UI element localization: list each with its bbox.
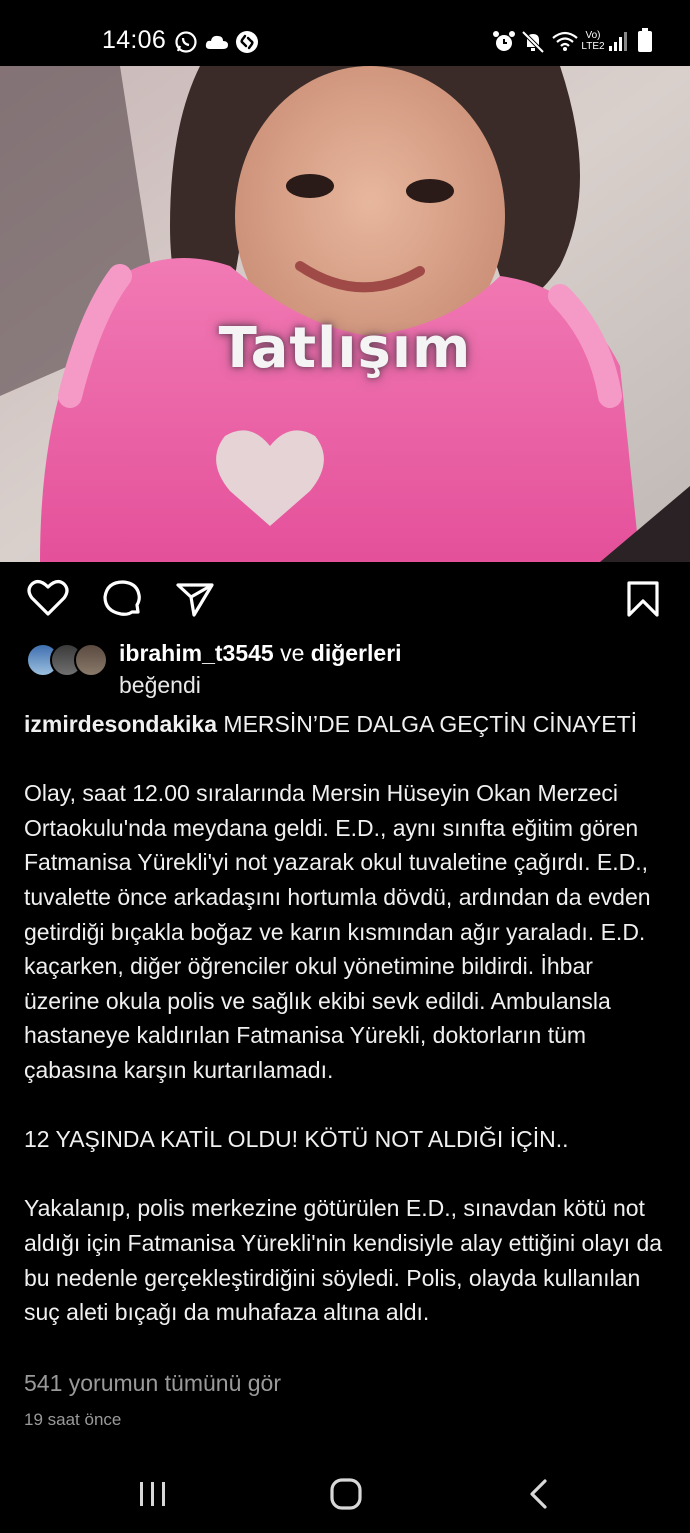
bookmark-icon[interactable]	[626, 580, 660, 623]
image-overlay-text: Tatlışım	[218, 316, 472, 381]
post-actions	[0, 578, 690, 624]
view-all-comments-link[interactable]: 541 yorumun tümünü gör	[24, 1370, 281, 1397]
liker-username[interactable]: ibrahim_t3545	[119, 640, 274, 666]
status-time: 14:06	[102, 26, 167, 54]
caption-title: MERSİN’DE DALGA GEÇTİN CİNAYETİ	[223, 711, 638, 737]
back-icon[interactable]	[527, 1479, 549, 1514]
post-caption: izmirdesondakika MERSİN’DE DALGA GEÇTİN …	[24, 707, 669, 1330]
recents-icon[interactable]	[138, 1481, 168, 1512]
wifi-icon	[551, 30, 579, 57]
share-send-icon[interactable]	[175, 581, 215, 624]
caption-paragraph: Olay, saat 12.00 sıralarında Mersin Hüse…	[24, 780, 651, 1083]
battery-icon	[638, 28, 652, 57]
network-label: Vo) LTE2	[581, 30, 605, 52]
whatsapp-icon	[174, 30, 198, 59]
author-username[interactable]: izmirdesondakika	[24, 711, 217, 737]
post-image[interactable]: Tatlışım	[0, 66, 690, 562]
caption-paragraph: Yakalanıp, polis merkezine götürülen E.D…	[24, 1195, 663, 1326]
status-bar: 14:06 Vo) LTE2	[0, 0, 690, 66]
caption-paragraph: 12 YAŞINDA KATİL OLDU! KÖTÜ NOT ALDIĞI İ…	[24, 1126, 569, 1153]
avatar	[74, 643, 108, 677]
liker-avatars	[26, 643, 108, 677]
like-heart-icon[interactable]	[27, 578, 69, 623]
signal-icon	[608, 30, 630, 57]
system-nav-bar	[0, 1455, 690, 1533]
liked-by-connector: ve	[280, 640, 305, 666]
liked-by-line: ibrahim_t3545 ve diğerleri	[119, 640, 402, 667]
alarm-icon	[492, 30, 516, 59]
liked-by-others-link[interactable]: diğerleri	[311, 640, 402, 666]
liked-by-verb: beğendi	[119, 672, 201, 698]
mute-icon	[521, 30, 545, 59]
home-icon[interactable]	[329, 1477, 363, 1516]
comment-bubble-icon[interactable]	[101, 578, 143, 625]
cloud-icon	[205, 33, 229, 56]
shazam-icon	[235, 30, 259, 59]
caption-header: izmirdesondakika MERSİN’DE DALGA GEÇTİN …	[24, 707, 669, 742]
post-timestamp: 19 saat önce	[24, 1410, 122, 1429]
